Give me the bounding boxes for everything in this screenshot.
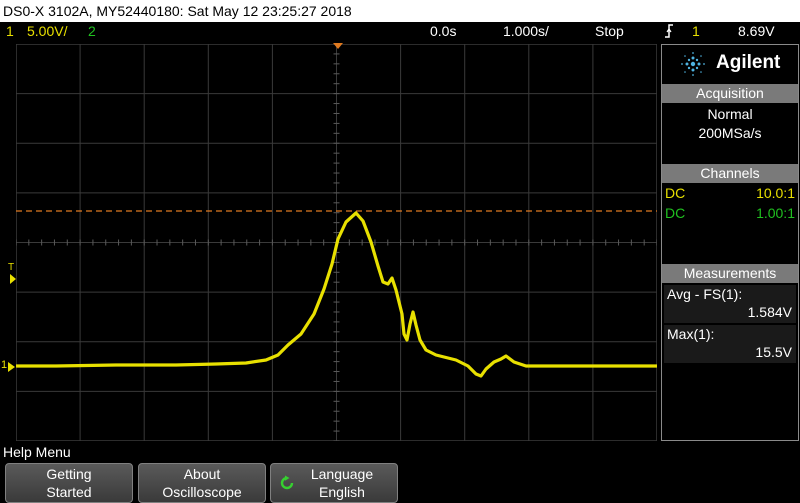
measurements-header[interactable]: Measurements [662, 264, 798, 283]
side-panel: Agilent Acquisition Normal 200MSa/s Chan… [661, 44, 799, 441]
measurement-1-label: Avg - FS(1): [667, 286, 743, 302]
time-offset[interactable]: 0.0s [430, 22, 456, 41]
trigger-level-marker-label: T [8, 262, 15, 273]
measurement-2[interactable]: Max(1): 15.5V [664, 325, 796, 363]
help-menu-bar: Help Menu Getting Started About Oscillos… [0, 443, 800, 503]
ch1-coupling: DC [665, 185, 686, 201]
ch2-number[interactable]: 2 [88, 22, 96, 41]
ch2-probe: 1.00:1 [756, 205, 795, 221]
title-text: DS0-X 3102A, MY52440180: Sat May 12 23:2… [3, 3, 352, 19]
rotate-knob-icon [280, 475, 294, 490]
about-oscilloscope-softkey[interactable]: About Oscilloscope [138, 463, 266, 503]
softkey-label-line2: Started [46, 484, 92, 500]
ch2-coupling: DC [665, 205, 686, 221]
trigger-level-marker[interactable] [10, 274, 16, 284]
waveform-display[interactable] [16, 44, 657, 441]
language-softkey[interactable]: Language English [270, 463, 398, 503]
run-state[interactable]: Stop [595, 22, 624, 41]
ch1-scale[interactable]: 5.00V/ [27, 22, 67, 41]
ch1-ground-label: 1 [1, 359, 8, 371]
acquisition-header[interactable]: Acquisition [662, 84, 798, 103]
acquisition-rate: 200MSa/s [698, 125, 762, 141]
softkey-label-line2: Oscilloscope [162, 484, 242, 500]
agilent-spark-icon [681, 52, 705, 76]
time-scale[interactable]: 1.000s/ [503, 22, 549, 41]
measurement-2-value: 15.5V [755, 344, 792, 360]
brand-name: Agilent [716, 52, 781, 73]
title-bar: DS0-X 3102A, MY52440180: Sat May 12 23:2… [0, 0, 800, 22]
measurement-1-value: 1.584V [747, 304, 792, 320]
trigger-rising-edge-icon [664, 23, 674, 44]
measurement-1[interactable]: Avg - FS(1): 1.584V [664, 285, 796, 323]
agilent-logo: Agilent [662, 45, 798, 81]
getting-started-softkey[interactable]: Getting Started [5, 463, 133, 503]
channels-header[interactable]: Channels [662, 164, 798, 183]
measurement-2-label: Max(1): [667, 326, 715, 342]
status-bar: 1 5.00V/ 2 0.0s 1.000s/ Stop 1 8.69V [0, 22, 800, 41]
ch1-probe: 10.0:1 [756, 185, 795, 201]
softkey-label-line1: Getting [46, 466, 92, 482]
help-menu-title: Help Menu [3, 444, 71, 460]
ch1-number[interactable]: 1 [6, 22, 14, 41]
trigger-channel[interactable]: 1 [692, 22, 700, 41]
trigger-position-marker[interactable] [333, 43, 343, 49]
acquisition-mode: Normal [707, 106, 753, 122]
trigger-level[interactable]: 8.69V [738, 22, 775, 41]
ch1-ground-marker[interactable] [8, 362, 15, 372]
softkey-label-line1: About [183, 466, 221, 482]
